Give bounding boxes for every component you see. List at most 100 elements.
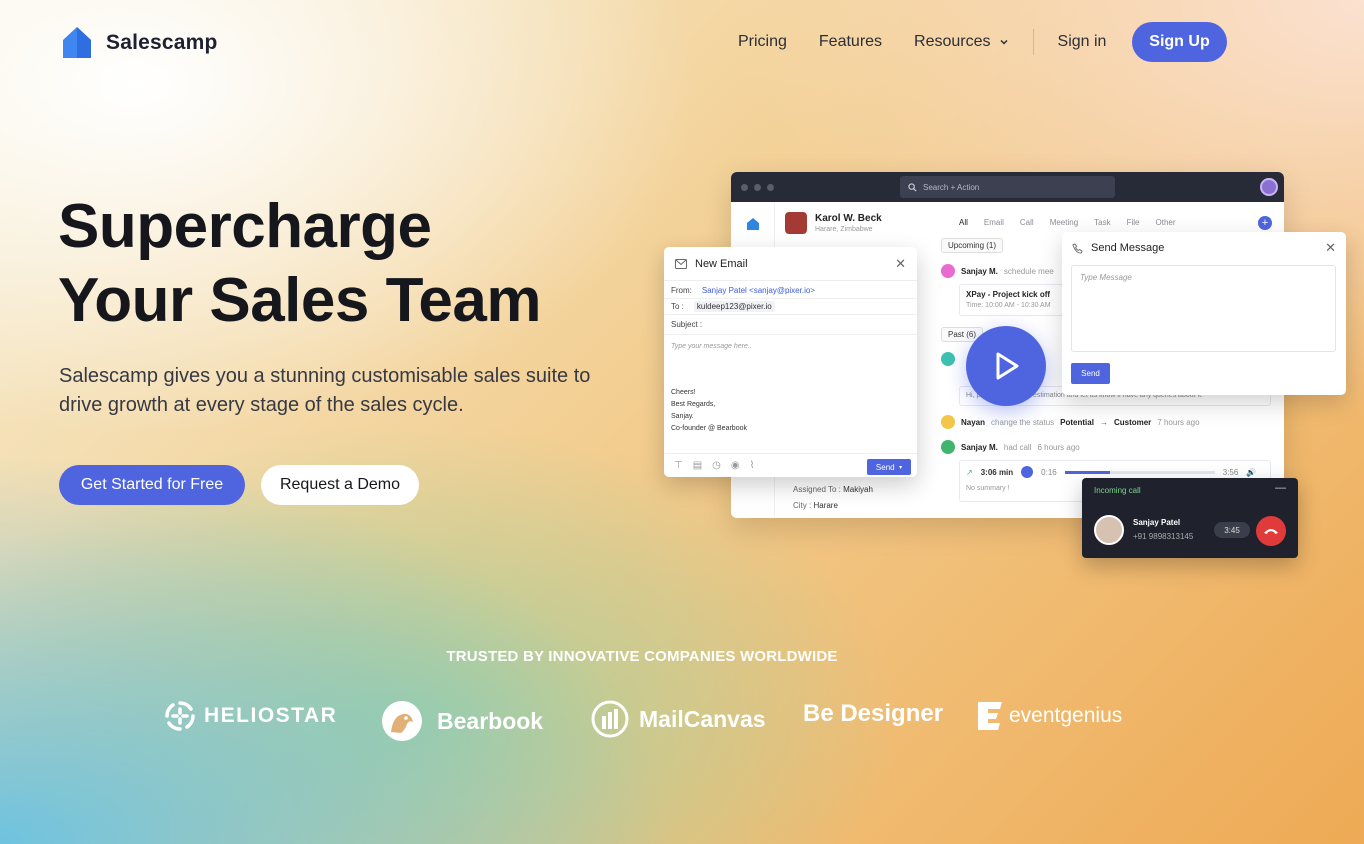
status-to: Customer	[1113, 417, 1152, 427]
activity-tabs: All Email Call Meeting Task File Other	[959, 218, 1176, 227]
email-subject-row: Subject :	[664, 315, 917, 335]
calendar-icon	[941, 264, 955, 278]
meeting-time: Time: 10:00 AM - 10:30 AM	[966, 302, 1051, 309]
get-started-button[interactable]: Get Started for Free	[59, 465, 245, 505]
tab-file: File	[1126, 218, 1140, 227]
tab-call: Call	[1019, 218, 1034, 227]
call-duration: 3:06 min	[980, 467, 1014, 477]
email-sig-line: Best Regards,	[671, 401, 716, 408]
close-icon[interactable]: ✕	[895, 256, 906, 272]
email-to-label: To :	[671, 302, 684, 311]
assigned-label: Assigned To :	[793, 485, 841, 494]
email-signature: Cheers! Best Regards, Sanjay. Co-founder…	[664, 387, 917, 435]
mailcanvas-wordmark: MailCanvas	[639, 705, 766, 732]
mail-icon	[675, 258, 687, 269]
clock-icon: ◷	[712, 460, 721, 471]
play-icon	[996, 352, 1019, 380]
tab-task: Task	[1094, 218, 1111, 227]
bearbook-wordmark: Bearbook	[437, 707, 544, 734]
nav-links: Pricing Features Resources Sign in	[738, 22, 1138, 62]
call-progress-track	[1064, 470, 1215, 474]
timeline-item-upcoming: Sanjay M. schedule mee	[941, 264, 1054, 278]
email-modal-title: New Email	[695, 257, 748, 270]
heliostar-wordmark: HELIOSTAR	[204, 704, 338, 727]
hero-subtitle: Salescamp gives you a stunning customisa…	[59, 365, 591, 416]
meeting-title: XPay - Project kick off	[966, 290, 1051, 299]
sign-in-link[interactable]: Sign in	[1058, 33, 1107, 51]
call-who: Sanjay M.	[961, 442, 998, 452]
timeline-item-call: Sanjay M. had call 6 hours ago	[941, 440, 1080, 454]
close-icon[interactable]: ✕	[1325, 240, 1336, 256]
send-message-modal: Send Message ✕ Type Message Send	[1062, 232, 1346, 395]
send-message-title: Send Message	[1091, 242, 1165, 254]
attachment-icon: ⌇	[749, 460, 755, 471]
email-to-chip: kuldeep123@pixer.io	[693, 301, 775, 312]
home-icon	[747, 218, 759, 230]
brand-name: Salescamp	[106, 30, 218, 54]
timeline-item-status: Nayan change the status Potential → Cust…	[941, 415, 1200, 429]
nav-link-resources-label: Resources	[914, 33, 991, 50]
timeline-who: Sanjay M.	[961, 266, 998, 276]
sign-up-button[interactable]: Sign Up	[1132, 22, 1227, 62]
caller-number: +91 9898313145	[1133, 532, 1194, 541]
nav-link-features[interactable]: Features	[819, 33, 882, 51]
email-sig-line: Co-founder @ Bearbook	[671, 425, 747, 432]
email-sig-line: Sanjay.	[671, 413, 694, 420]
upcoming-label: Upcoming (1)	[941, 238, 1004, 253]
volume-icon: 🔊	[1246, 467, 1257, 477]
send-message-header: Send Message ✕	[1062, 232, 1346, 264]
phone-icon	[1072, 242, 1083, 254]
heliostar-icon	[165, 701, 195, 731]
message-textarea: Type Message	[1071, 265, 1336, 352]
new-email-modal: New Email ✕ From: Sanjay Patel <sanjay@p…	[664, 247, 917, 477]
star-icon	[941, 415, 955, 429]
call-position: 0:16	[1041, 467, 1057, 477]
contact-details: Assigned To : Makiyah City : Harare	[793, 482, 873, 514]
eventgenius-icon	[978, 702, 1002, 730]
assigned-value: Makiyah	[843, 485, 873, 494]
chevron-down-icon	[1000, 39, 1008, 45]
heliostar-logo: HELIOSTAR	[164, 700, 337, 732]
salescamp-logo-icon	[59, 24, 95, 61]
city-label: City :	[793, 501, 812, 510]
send-message-button: Send	[1071, 363, 1110, 384]
document-icon: ▤	[692, 460, 703, 471]
contact-header: Karol W. Beck Harare, Zimbabwe	[785, 212, 882, 234]
meeting-card: XPay - Project kick off Time: 10:00 AM -…	[959, 284, 1069, 316]
nav-link-pricing[interactable]: Pricing	[738, 33, 787, 51]
hero-title: Supercharge Your Sales Team	[58, 190, 618, 338]
email-send-label: Send	[875, 462, 895, 472]
app-titlebar: Search + Action	[731, 172, 1284, 202]
request-demo-button[interactable]: Request a Demo	[261, 465, 419, 505]
hero-title-line2: Your Sales Team	[58, 266, 541, 335]
bearbook-logo: Bearbook	[381, 700, 543, 742]
email-body-placeholder: Type your message here..	[671, 343, 752, 350]
email-send-button: Send ▾	[867, 459, 911, 475]
trusted-heading: TRUSTED BY INNOVATIVE COMPANIES WORLDWID…	[446, 648, 838, 665]
app-search-text: Search + Action	[923, 182, 980, 192]
timeline-item-email	[941, 352, 955, 366]
status-action: change the status	[991, 417, 1055, 427]
nav-divider	[1032, 29, 1034, 55]
top-nav: Salescamp Pricing Features Resources Sig…	[0, 0, 1364, 84]
call-time: 6 hours ago	[1037, 442, 1080, 452]
incoming-call-widget: Incoming call — Sanjay Patel +91 9898313…	[1082, 478, 1298, 558]
app-search-bar: Search + Action	[900, 176, 1115, 198]
nav-link-resources[interactable]: Resources	[914, 33, 1008, 51]
window-dot	[741, 183, 748, 191]
bearbook-icon	[382, 701, 422, 741]
hero-title-line1: Supercharge	[58, 192, 432, 261]
play-video-button[interactable]	[966, 326, 1046, 406]
brand-logo[interactable]: Salescamp	[59, 24, 218, 61]
tab-other: Other	[1155, 218, 1176, 227]
status-who: Nayan	[961, 417, 986, 427]
contact-location: Harare, Zimbabwe	[815, 226, 873, 233]
outgoing-call-icon: ↗	[966, 467, 973, 477]
email-modal-header: New Email ✕	[664, 247, 917, 281]
incoming-call-label: Incoming call	[1094, 486, 1141, 495]
call-total: 3:56	[1222, 467, 1239, 477]
email-from-row: From: Sanjay Patel <sanjay@pixer.io>	[664, 283, 917, 299]
window-dot	[754, 183, 761, 191]
bedesigner-wordmark: Be Designer	[803, 700, 944, 727]
email-from-value: Sanjay Patel <sanjay@pixer.io>	[701, 286, 815, 295]
